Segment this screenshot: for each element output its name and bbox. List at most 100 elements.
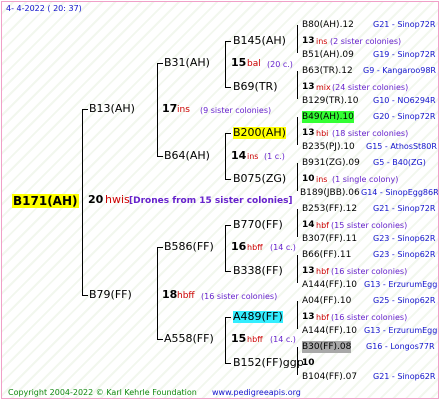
- gen3-line-name: ins: [316, 175, 328, 184]
- gen4-queen[interactable]: A144(FF).10: [302, 279, 357, 291]
- connector: [157, 247, 163, 248]
- root-generation: 20: [88, 193, 104, 206]
- connector: [157, 247, 158, 339]
- gen3-generation: 13: [302, 36, 315, 46]
- gen3-note: (18 sister colonies): [332, 129, 409, 138]
- gen2-queen[interactable]: B64(AH): [164, 150, 210, 162]
- gen4-queen[interactable]: B80(AH).12: [302, 19, 354, 31]
- gen2-generation: 16: [231, 240, 247, 253]
- gen4-queen[interactable]: B63(TR).12: [302, 65, 353, 77]
- gen1-generation: 18: [162, 288, 178, 301]
- gen4-line-code: G13 - ErzurumEgg8: [364, 326, 439, 335]
- gen4-queen[interactable]: B30(FF).08: [302, 341, 352, 353]
- gen3-note: (2 sister colonies): [330, 37, 402, 46]
- gen2-queen[interactable]: A558(FF): [164, 333, 214, 345]
- gen2-line-name: ins: [247, 152, 259, 161]
- gen3-queen[interactable]: B338(FF): [233, 265, 283, 277]
- gen4-queen[interactable]: B931(ZG).09: [302, 157, 360, 169]
- gen4-line-code: G10 - NO6294R: [373, 96, 436, 105]
- root-queen[interactable]: B171(AH): [12, 194, 79, 208]
- gen3-note: (24 sister colonies): [332, 83, 409, 92]
- gen3-generation: 13: [302, 82, 315, 92]
- connector: [225, 317, 226, 363]
- connector: [225, 225, 231, 226]
- gen4-queen[interactable]: B307(FF).11: [302, 233, 357, 245]
- root-label[interactable]: B171(AH): [12, 194, 79, 208]
- gen3-generation: 10: [302, 174, 315, 184]
- gen1-queen[interactable]: B79(FF): [89, 289, 132, 301]
- gen3-queen[interactable]: B770(FF): [233, 219, 283, 231]
- gen4-line-code: G23 - Sinop62R: [373, 250, 436, 259]
- gen4-line-code: G21 - Sinop62R: [373, 372, 436, 381]
- gen4-queen[interactable]: B51(AH).09: [302, 49, 354, 61]
- gen3-generation: 13: [302, 128, 315, 138]
- gen3-queen[interactable]: B075(ZG): [233, 173, 286, 185]
- connector: [297, 25, 298, 53]
- connector: [297, 117, 298, 145]
- drone-note: [Drones from 15 sister colonies]: [129, 196, 293, 206]
- connector: [225, 179, 231, 180]
- gen4-queen[interactable]: B235(PJ).10: [302, 141, 355, 153]
- gen2-generation: 15: [231, 56, 247, 69]
- gen2-generation: 15: [231, 332, 247, 345]
- connector: [225, 363, 231, 364]
- report-date: 4- 4-2022 ( 20: 37): [6, 4, 82, 13]
- connector: [225, 133, 226, 179]
- gen3-queen[interactable]: B145(AH): [233, 35, 286, 47]
- gen4-queen[interactable]: B189(JBB).06: [300, 187, 360, 199]
- gen3-queen[interactable]: B69(TR): [233, 81, 278, 93]
- gen2-note: (14 c.): [270, 335, 296, 344]
- gen2-line-name: hbff: [247, 335, 263, 344]
- gen4-queen[interactable]: B104(FF).07: [302, 371, 357, 383]
- connector: [225, 271, 231, 272]
- gen1-note: (16 sister colonies): [201, 292, 278, 301]
- copyright-notice: Copyright 2004-2022 © Karl Kehrle Founda…: [8, 388, 197, 397]
- connector: [157, 63, 158, 156]
- gen2-queen[interactable]: B31(AH): [164, 57, 210, 69]
- gen1-queen[interactable]: B13(AH): [89, 103, 135, 115]
- gen2-generation: 14: [231, 149, 247, 162]
- gen3-note: (1 single colony): [332, 175, 399, 184]
- gen3-line-name: hbf: [316, 313, 329, 322]
- gen4-line-code: G15 - AthosSt80R: [366, 142, 437, 151]
- gen2-line-name: hbff: [247, 243, 263, 252]
- connector: [297, 209, 298, 237]
- connector: [225, 87, 231, 88]
- gen4-queen[interactable]: B253(FF).12: [302, 203, 357, 215]
- gen4-line-code: G9 - Kangaroo98R: [363, 66, 436, 75]
- gen3-note: (15 sister colonies): [331, 221, 408, 230]
- gen2-queen[interactable]: B586(FF): [164, 241, 214, 253]
- connector: [225, 41, 226, 87]
- gen4-queen[interactable]: B49(AH).10: [302, 111, 354, 123]
- gen1-generation: 17: [162, 102, 178, 115]
- gen3-generation: 14: [302, 220, 315, 230]
- connector: [157, 63, 163, 64]
- gen4-line-code: G13 - ErzurumEgg8: [364, 280, 439, 289]
- gen4-line-code: G16 - Longos77R: [366, 342, 435, 351]
- root-line-name: hwis: [105, 193, 130, 206]
- gen1-line-name: ins: [177, 105, 190, 115]
- gen3-line-name: hbf: [316, 221, 329, 230]
- website-link[interactable]: www.pedigreeapis.org: [212, 387, 301, 398]
- gen3-line-name: mix: [316, 83, 331, 92]
- gen3-queen[interactable]: B200(AH): [233, 127, 286, 139]
- gen3-line-name: hbf: [316, 267, 329, 276]
- gen4-queen[interactable]: B66(FF).11: [302, 249, 351, 261]
- gen3-queen[interactable]: B152(FF)ggp: [233, 357, 304, 369]
- gen1-line-name: hbff: [177, 291, 195, 301]
- connector: [225, 317, 231, 318]
- gen2-note: (14 c.): [270, 243, 296, 252]
- gen3-queen[interactable]: A489(FF): [233, 311, 283, 323]
- gen4-queen[interactable]: B129(TR).10: [302, 95, 358, 107]
- gen3-generation: 13: [302, 312, 315, 322]
- gen2-note: (20 c.): [267, 60, 293, 69]
- gen4-line-code: G14 - SinopEgg86R: [361, 188, 439, 197]
- connector: [157, 339, 163, 340]
- connector: [82, 109, 83, 295]
- connector: [225, 41, 231, 42]
- connector: [157, 156, 163, 157]
- gen3-generation: 13: [302, 266, 315, 276]
- gen4-queen[interactable]: A144(FF).10: [302, 325, 357, 337]
- connector: [82, 295, 88, 296]
- gen4-queen[interactable]: A04(FF).10: [302, 295, 351, 307]
